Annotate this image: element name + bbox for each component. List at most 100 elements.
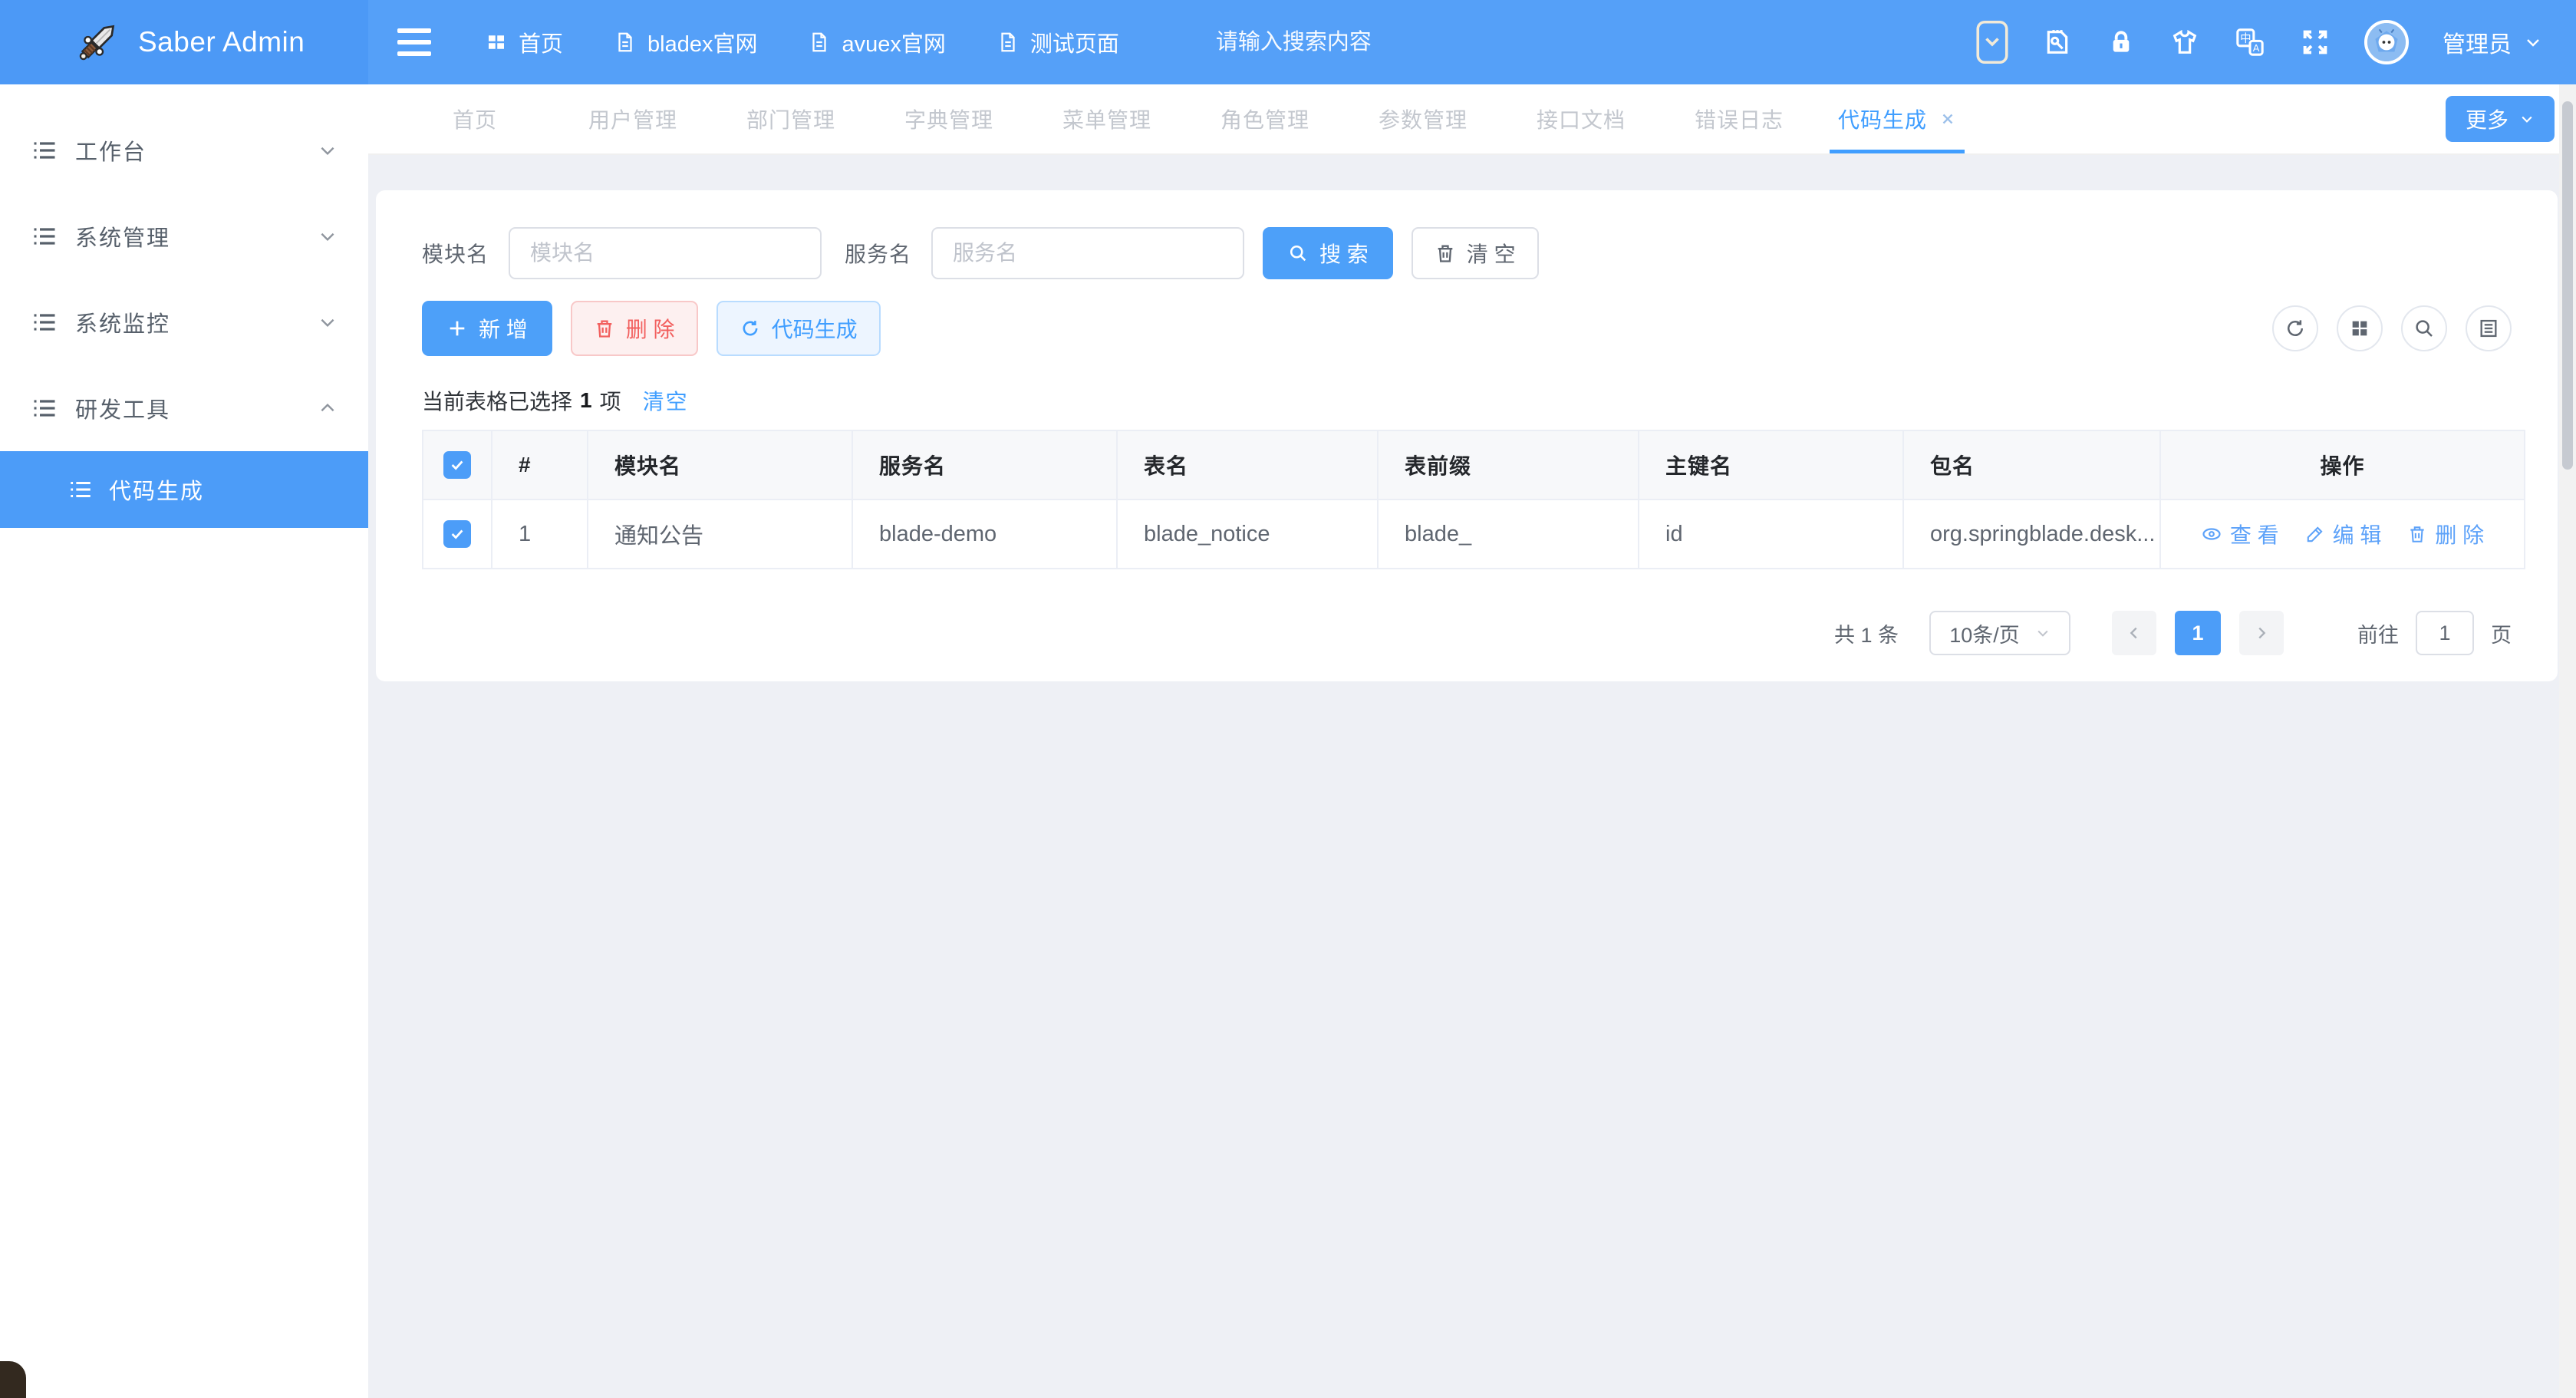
- edit-link[interactable]: 编 辑: [2305, 519, 2382, 549]
- user-menu[interactable]: 管理员: [2443, 25, 2542, 59]
- tab-home[interactable]: 首页: [396, 84, 554, 153]
- global-search: [1216, 30, 1538, 55]
- module-name-input[interactable]: [509, 227, 822, 279]
- goto-page-input[interactable]: [2416, 611, 2474, 655]
- tab-label: 部门管理: [746, 104, 835, 134]
- clear-selection-link[interactable]: 清空: [643, 385, 689, 416]
- translate-icon[interactable]: 中 A: [2234, 26, 2266, 58]
- page-size-select[interactable]: 10条/页: [1929, 611, 2070, 655]
- corner-widget: [0, 1361, 26, 1398]
- top-nav-test-page[interactable]: 测试页面: [996, 26, 1119, 58]
- user-avatar[interactable]: [2364, 20, 2409, 64]
- top-nav-home[interactable]: 首页: [485, 26, 563, 58]
- tab-menu-management[interactable]: 菜单管理: [1028, 84, 1186, 153]
- code-generate-button[interactable]: 代码生成: [716, 301, 881, 356]
- list-icon: [68, 476, 94, 503]
- cell-index: 1: [492, 500, 588, 569]
- service-name-input[interactable]: [931, 227, 1244, 279]
- add-button-label: 新 增: [479, 313, 528, 344]
- debug-tool-icon[interactable]: [2042, 27, 2073, 58]
- delete-button-label: 删 除: [626, 313, 675, 344]
- sidebar-item-code-generation[interactable]: 代码生成: [0, 451, 368, 528]
- trash-icon: [594, 318, 615, 339]
- delete-button[interactable]: 删 除: [571, 301, 698, 356]
- toggle-search-icon-button[interactable]: [2401, 305, 2447, 351]
- crud-tools: [2272, 305, 2512, 351]
- tab-user-management[interactable]: 用户管理: [554, 84, 712, 153]
- top-menu-collapse-icon[interactable]: [1976, 20, 2008, 64]
- menu-list-icon-button[interactable]: [2466, 305, 2512, 351]
- top-nav-label: avuex官网: [842, 26, 945, 58]
- row-checkbox[interactable]: [443, 520, 471, 548]
- tab-label: 代码生成: [1838, 104, 1927, 134]
- cell-pk: id: [1639, 500, 1903, 569]
- theme-tshirt-icon[interactable]: [2169, 27, 2200, 58]
- search-icon: [1287, 242, 1309, 264]
- refresh-icon-button[interactable]: [2272, 305, 2318, 351]
- column-header-table: 表名: [1117, 430, 1378, 500]
- tab-label: 接口文档: [1537, 104, 1626, 134]
- select-all-checkbox[interactable]: [443, 451, 471, 479]
- sidebar-item-system-management[interactable]: 系统管理: [0, 193, 368, 279]
- add-button[interactable]: 新 增: [422, 301, 552, 356]
- total-count: 共 1 条: [1834, 618, 1899, 648]
- tab-label: 字典管理: [904, 104, 993, 134]
- cell-service: blade-demo: [852, 500, 1117, 569]
- collapse-menu-icon[interactable]: [393, 24, 436, 61]
- tab-label: 菜单管理: [1062, 104, 1151, 134]
- service-name-label: 服务名: [845, 238, 911, 269]
- svg-text:A: A: [2253, 42, 2260, 54]
- column-settings-icon-button[interactable]: [2337, 305, 2383, 351]
- page-number-1[interactable]: 1: [2175, 611, 2221, 655]
- grid-icon: [485, 31, 508, 54]
- tab-error-log[interactable]: 错误日志: [1660, 84, 1818, 153]
- selection-prefix: 当前表格已选择: [422, 385, 572, 416]
- tab-dict-management[interactable]: 字典管理: [870, 84, 1028, 153]
- selection-info: 当前表格已选择 1 项 清空: [422, 385, 2512, 416]
- more-tabs-button[interactable]: 更多: [2446, 96, 2555, 142]
- pagination: 共 1 条 10条/页 1 前往 页: [422, 611, 2512, 655]
- app-logo[interactable]: Saber Admin: [0, 0, 368, 84]
- global-search-input[interactable]: [1216, 30, 1538, 55]
- code-generate-label: 代码生成: [772, 313, 858, 344]
- topbar: 首页 bladex官网 avuex官网: [368, 0, 2576, 84]
- scrollbar-thumb[interactable]: [2562, 101, 2573, 470]
- clear-button[interactable]: 清 空: [1412, 227, 1539, 279]
- fullscreen-icon[interactable]: [2300, 27, 2331, 58]
- delete-label: 删 除: [2435, 519, 2484, 549]
- search-button-label: 搜 索: [1319, 238, 1369, 269]
- tab-role-management[interactable]: 角色管理: [1186, 84, 1344, 153]
- top-nav-bladex[interactable]: bladex官网: [614, 26, 757, 58]
- module-name-label: 模块名: [422, 238, 489, 269]
- document-icon: [614, 31, 637, 54]
- chevron-down-icon: [318, 226, 338, 246]
- document-icon: [808, 31, 831, 54]
- list-icon: [31, 394, 58, 422]
- cell-package: org.springblade.desk...: [1903, 500, 2160, 569]
- tab-label: 首页: [453, 104, 497, 134]
- tab-api-docs[interactable]: 接口文档: [1502, 84, 1660, 153]
- list-icon: [31, 308, 58, 336]
- top-nav: 首页 bladex官网 avuex官网: [485, 26, 1119, 58]
- sidebar-item-workbench[interactable]: 工作台: [0, 107, 368, 193]
- close-tab-icon[interactable]: [1939, 110, 1956, 127]
- tab-param-management[interactable]: 参数管理: [1344, 84, 1502, 153]
- prev-page-button[interactable]: [2112, 611, 2156, 655]
- sidebar-item-dev-tools[interactable]: 研发工具: [0, 365, 368, 451]
- top-nav-avuex[interactable]: avuex官网: [808, 26, 945, 58]
- table-toolbar: 新 增 删 除 代码生成: [422, 301, 2512, 356]
- search-button[interactable]: 搜 索: [1263, 227, 1393, 279]
- sidebar-item-label: 研发工具: [75, 392, 170, 424]
- tab-dept-management[interactable]: 部门管理: [712, 84, 870, 153]
- column-header-index: #: [492, 430, 588, 500]
- top-nav-label: bladex官网: [647, 26, 757, 58]
- view-link[interactable]: 查 看: [2201, 519, 2279, 549]
- list-icon: [31, 223, 58, 250]
- chevron-down-icon: [2035, 625, 2051, 641]
- next-page-button[interactable]: [2239, 611, 2284, 655]
- column-header-module: 模块名: [588, 430, 852, 500]
- tab-code-generation[interactable]: 代码生成: [1818, 84, 1976, 153]
- sidebar-item-system-monitor[interactable]: 系统监控: [0, 279, 368, 365]
- delete-link[interactable]: 删 除: [2407, 519, 2484, 549]
- lock-icon[interactable]: [2107, 28, 2136, 57]
